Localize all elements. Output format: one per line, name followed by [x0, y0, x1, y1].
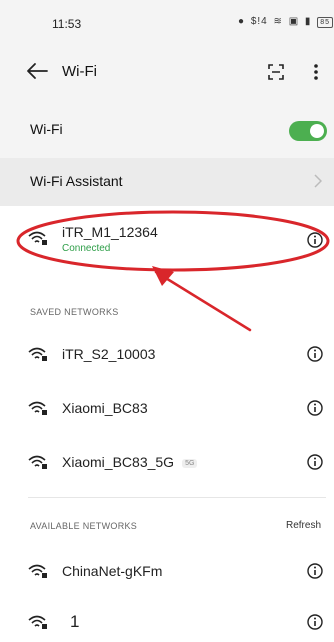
wifi-toggle-row: Wi-Fi — [0, 100, 334, 158]
wifi-lock-icon — [28, 347, 47, 361]
saved-network-row[interactable]: Xiaomi_BC83 — [0, 384, 334, 432]
signal-text: $!4 — [250, 16, 268, 27]
wifi-label: Wi-Fi — [30, 121, 63, 137]
info-icon[interactable] — [307, 400, 323, 416]
info-icon[interactable] — [307, 563, 323, 579]
status-time: 11:53 — [52, 17, 82, 31]
connected-status: Connected — [62, 243, 111, 254]
info-icon[interactable] — [307, 614, 323, 630]
nfc-icon: ▣ — [288, 16, 300, 27]
wifi-status-icon: ≋ — [273, 16, 283, 27]
back-arrow-icon[interactable] — [26, 62, 48, 80]
status-bar: 11:53 ● $!4 ≋ ▣ ▮ 85 — [0, 0, 334, 44]
network-name: 1 — [70, 612, 80, 631]
network-name: iTR_S2_10003 — [62, 346, 156, 362]
info-icon[interactable] — [307, 232, 323, 248]
divider — [28, 497, 326, 498]
network-name: ChinaNet-gKFm — [62, 563, 163, 579]
alarm-icon: ● — [238, 16, 246, 27]
page-title: Wi-Fi — [62, 63, 97, 80]
network-name: Xiaomi_BC83 — [62, 400, 148, 416]
saved-network-row[interactable]: Xiaomi_BC83_5G 5G — [0, 438, 334, 486]
info-icon[interactable] — [307, 346, 323, 362]
app-bar: Wi-Fi — [0, 44, 334, 100]
scan-qr-icon[interactable] — [268, 64, 284, 80]
more-options-icon[interactable] — [312, 62, 320, 82]
status-icons: ● $!4 ≋ ▣ ▮ 85 — [238, 16, 334, 28]
saved-network-row[interactable]: iTR_S2_10003 — [0, 330, 334, 378]
available-networks-header: AVAILABLE NETWORKS — [30, 521, 138, 531]
wifi-assistant-row[interactable]: Wi-Fi Assistant — [0, 158, 334, 206]
connected-network-row[interactable]: iTR_M1_12364 Connected — [0, 218, 334, 266]
wifi-lock-icon — [28, 455, 47, 469]
5g-badge: 5G — [182, 458, 198, 468]
wifi-lock-icon — [28, 615, 47, 629]
saved-networks-header: SAVED NETWORKS — [30, 307, 119, 317]
wifi-lock-icon — [28, 401, 47, 415]
connected-network-name: iTR_M1_12364 — [62, 224, 158, 240]
chevron-right-icon — [314, 174, 322, 188]
battery-icon: 85 — [317, 17, 334, 28]
available-network-row[interactable]: 1 — [0, 596, 334, 642]
wifi-lock-icon — [28, 564, 47, 578]
info-icon[interactable] — [307, 454, 323, 470]
refresh-button[interactable]: Refresh — [286, 520, 321, 531]
wifi-lock-icon — [28, 231, 47, 245]
network-name-text: Xiaomi_BC83_5G — [62, 454, 175, 470]
cell-signal-icon: ▮ — [304, 16, 312, 27]
toggle-knob — [310, 124, 324, 138]
wifi-toggle-switch[interactable] — [289, 121, 327, 141]
available-network-row[interactable]: ChinaNet-gKFm — [0, 548, 334, 596]
network-name: Xiaomi_BC83_5G 5G — [62, 454, 198, 470]
wifi-assistant-label: Wi-Fi Assistant — [30, 173, 123, 189]
